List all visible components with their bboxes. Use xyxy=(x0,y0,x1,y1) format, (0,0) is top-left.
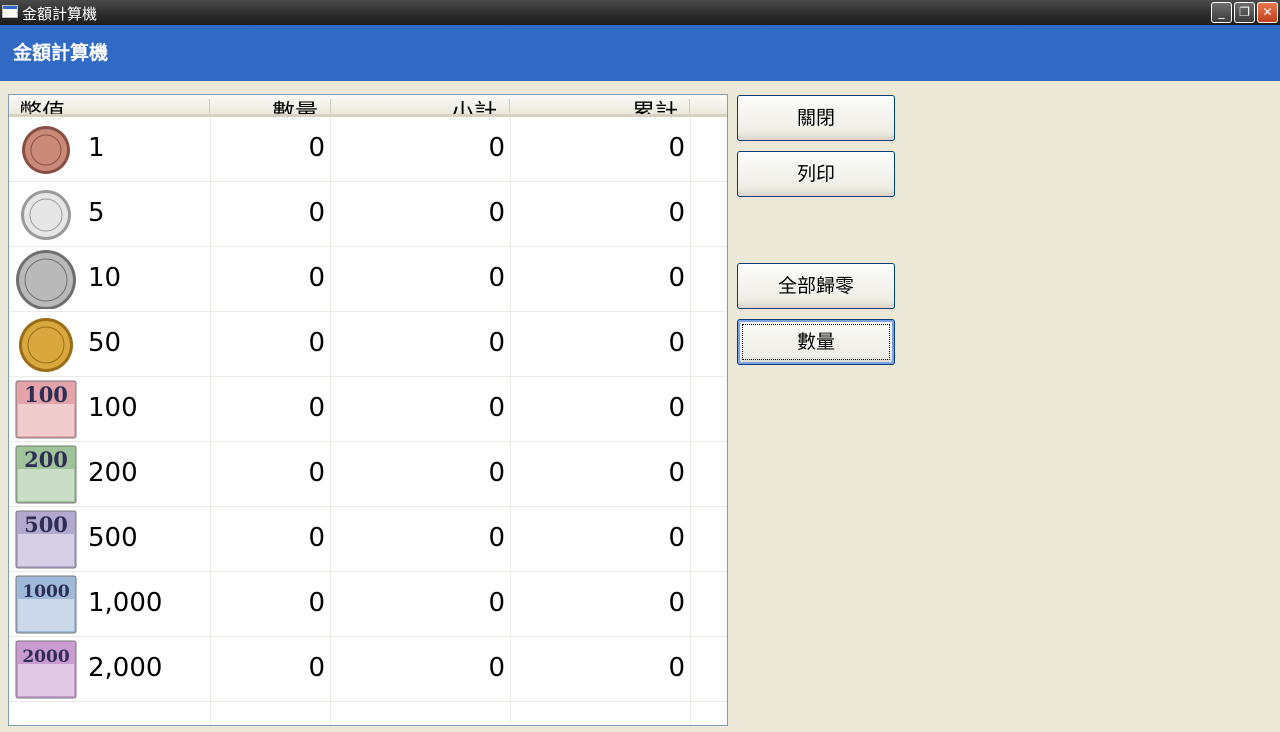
cumulative-cell: 0 xyxy=(668,198,685,228)
denomination-value: 2,000 xyxy=(88,653,163,683)
table-row[interactable]: 10 0 0 0 xyxy=(9,247,727,312)
banknote-2000-icon: 2000 xyxy=(15,640,77,699)
svg-text:1000: 1000 xyxy=(22,582,69,602)
coin-1-icon xyxy=(14,120,78,179)
reset-all-button[interactable]: 全部歸零 xyxy=(737,263,895,309)
svg-text:500: 500 xyxy=(24,512,68,537)
quantity-cell[interactable]: 0 xyxy=(219,523,325,553)
cumulative-cell: 0 xyxy=(668,458,685,488)
quantity-cell[interactable]: 0 xyxy=(219,653,325,683)
cumulative-cell: 0 xyxy=(668,133,685,163)
table-row[interactable]: 100 100 0 0 0 xyxy=(9,377,727,442)
column-header-denomination[interactable]: 幣值 xyxy=(19,95,65,114)
banknote-100-icon: 100 xyxy=(15,380,77,439)
minimize-icon[interactable]: _ xyxy=(1211,2,1232,23)
quantity-cell[interactable]: 0 xyxy=(219,393,325,423)
quantity-cell[interactable]: 0 xyxy=(219,133,325,163)
subtotal-cell: 0 xyxy=(488,653,505,683)
table-row[interactable]: 2000 2,000 0 0 0 xyxy=(9,637,727,702)
column-header-quantity[interactable]: 數量 xyxy=(272,95,318,114)
header-band: 金額計算機 xyxy=(0,25,1280,81)
quantity-button[interactable]: 數量 xyxy=(737,319,895,365)
quantity-cell[interactable]: 0 xyxy=(219,328,325,358)
coin-5-icon xyxy=(14,185,78,244)
svg-text:100: 100 xyxy=(24,382,68,407)
title-bar: 金額計算機 _ ❐ ✕ xyxy=(0,0,1280,25)
quantity-cell[interactable]: 0 xyxy=(219,588,325,618)
cumulative-cell: 0 xyxy=(668,263,685,293)
grid-header: 幣值 數量 小計 累計 xyxy=(9,95,727,117)
window-title: 金額計算機 xyxy=(22,5,98,23)
denomination-value: 500 xyxy=(88,523,138,553)
currency-grid[interactable]: 幣值 數量 小計 累計 1 0 0 0 5 0 0 0 10 0 0 0 50 0 0 0 100 100 0 0 0 2… xyxy=(8,94,728,726)
denomination-value: 200 xyxy=(88,458,138,488)
column-header-cumulative[interactable]: 累計 xyxy=(632,95,678,114)
close-window-icon[interactable]: ✕ xyxy=(1257,2,1278,23)
cumulative-cell: 0 xyxy=(668,588,685,618)
app-window-icon xyxy=(2,5,18,18)
banknote-1000-icon: 1000 xyxy=(15,575,77,634)
quantity-cell[interactable]: 0 xyxy=(219,198,325,228)
denomination-value: 100 xyxy=(88,393,138,423)
banknote-500-icon: 500 xyxy=(15,510,77,569)
page-title: 金額計算機 xyxy=(13,42,109,64)
table-row[interactable]: 1000 1,000 0 0 0 xyxy=(9,572,727,637)
denomination-value: 1 xyxy=(88,133,105,163)
banknote-200-icon: 200 xyxy=(15,445,77,504)
cumulative-cell: 0 xyxy=(668,328,685,358)
quantity-cell[interactable]: 0 xyxy=(219,458,325,488)
table-row[interactable]: 200 200 0 0 0 xyxy=(9,442,727,507)
cumulative-cell: 0 xyxy=(668,653,685,683)
subtotal-cell: 0 xyxy=(488,133,505,163)
subtotal-cell: 0 xyxy=(488,263,505,293)
cumulative-cell: 0 xyxy=(668,523,685,553)
close-button[interactable]: 關閉 xyxy=(737,95,895,141)
table-row[interactable]: 1 0 0 0 xyxy=(9,117,727,182)
coin-10-icon xyxy=(14,250,78,310)
column-header-subtotal[interactable]: 小計 xyxy=(451,95,497,114)
subtotal-cell: 0 xyxy=(488,198,505,228)
subtotal-cell: 0 xyxy=(488,523,505,553)
table-row[interactable]: 500 500 0 0 0 xyxy=(9,507,727,572)
subtotal-cell: 0 xyxy=(488,588,505,618)
svg-text:2000: 2000 xyxy=(22,647,69,667)
subtotal-cell: 0 xyxy=(488,458,505,488)
cumulative-cell: 0 xyxy=(668,393,685,423)
subtotal-cell: 0 xyxy=(488,328,505,358)
print-button[interactable]: 列印 xyxy=(737,151,895,197)
svg-text:200: 200 xyxy=(24,447,68,472)
coin-50-icon xyxy=(14,315,78,374)
subtotal-cell: 0 xyxy=(488,393,505,423)
restore-icon[interactable]: ❐ xyxy=(1234,2,1255,23)
table-row[interactable]: 50 0 0 0 xyxy=(9,312,727,377)
denomination-value: 10 xyxy=(88,263,122,293)
denomination-value: 1,000 xyxy=(88,588,163,618)
denomination-value: 50 xyxy=(88,328,122,358)
denomination-value: 5 xyxy=(88,198,105,228)
table-row[interactable]: 5 0 0 0 xyxy=(9,182,727,247)
quantity-cell[interactable]: 0 xyxy=(219,263,325,293)
